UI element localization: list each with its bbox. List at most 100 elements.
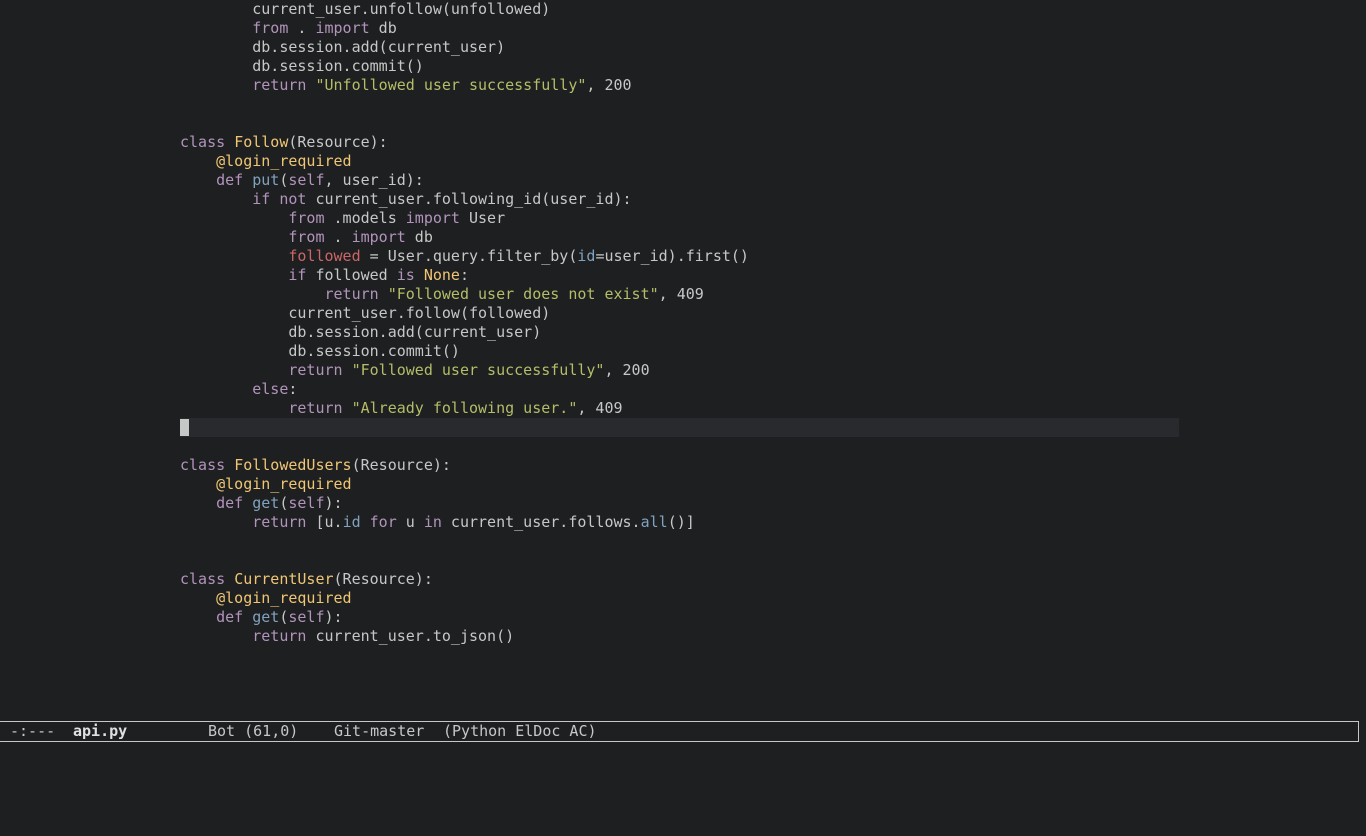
code-token: def [216, 608, 244, 626]
code-line[interactable]: followed = User.query.filter_by(id=user_… [180, 247, 1179, 266]
code-token: class [180, 570, 226, 588]
code-line[interactable]: class FollowedUsers(Resource): [180, 456, 1179, 475]
code-token: , 200 [586, 76, 632, 94]
code-line[interactable]: current_user.follow(followed) [180, 304, 1179, 323]
code-line[interactable]: current_user.unfollow(unfollowed) [180, 0, 1179, 19]
code-token: in [423, 513, 442, 531]
vc-branch[interactable]: Git-master [334, 722, 424, 741]
code-line[interactable]: class CurrentUser(Resource): [180, 570, 1179, 589]
code-token: for [369, 513, 397, 531]
code-token: from [252, 19, 289, 37]
code-token: @login_required [216, 152, 352, 170]
code-token: return [252, 76, 307, 94]
code-token: current_user.following_id(user_id): [306, 190, 632, 208]
code-line[interactable]: return current_user.to_json() [180, 627, 1179, 646]
code-token: "Unfollowed user successfully" [315, 76, 587, 94]
mode-line: -:--- api.py Bot (61,0) Git-master (Pyth… [0, 721, 1359, 742]
code-token: is [396, 266, 415, 284]
code-line[interactable]: @login_required [180, 589, 1179, 608]
code-token: ): [324, 494, 343, 512]
code-editor[interactable]: current_user.unfollow(unfollowed) from .… [0, 0, 1366, 721]
code-token: (Resource): [333, 570, 433, 588]
code-token: db.session.add(current_user) [180, 323, 542, 341]
code-line[interactable]: from .models import User [180, 209, 1179, 228]
code-token: if [288, 266, 307, 284]
code-line[interactable]: db.session.add(current_user) [180, 38, 1179, 57]
code-token: db.session.commit() [180, 342, 460, 360]
code-line[interactable]: def get(self): [180, 608, 1179, 627]
code-token: current_user.to_json() [306, 627, 515, 645]
code-line[interactable]: if not current_user.following_id(user_id… [180, 190, 1179, 209]
code-line[interactable]: return "Unfollowed user successfully", 2… [180, 76, 1179, 95]
code-line[interactable]: @login_required [180, 152, 1179, 171]
buffer-name[interactable]: api.py [73, 722, 127, 741]
code-line[interactable]: return "Already following user.", 409 [180, 399, 1179, 418]
code-line[interactable]: return [u.id for u in current_user.follo… [180, 513, 1179, 532]
code-token: [u. [306, 513, 343, 531]
code-token: ): [324, 608, 343, 626]
code-line[interactable]: db.session.add(current_user) [180, 323, 1179, 342]
code-token: u [396, 513, 424, 531]
code-token: "Already following user." [351, 399, 578, 417]
code-line[interactable]: def put(self, user_id): [180, 171, 1179, 190]
code-token: class [180, 456, 226, 474]
code-token: self [288, 608, 325, 626]
code-line[interactable]: db.session.commit() [180, 57, 1179, 76]
code-token: , 200 [604, 361, 650, 379]
code-token: return [288, 399, 343, 417]
code-token: db [405, 228, 433, 246]
code-token: ()] [667, 513, 695, 531]
code-token: not [279, 190, 307, 208]
code-token: from [288, 209, 325, 227]
code-token: Follow [234, 133, 289, 151]
code-token: put [252, 171, 280, 189]
code-line[interactable]: if followed is None: [180, 266, 1179, 285]
code-line[interactable]: from . import db [180, 19, 1179, 38]
code-token: : [288, 380, 298, 398]
code-line[interactable]: else: [180, 380, 1179, 399]
code-line[interactable]: @login_required [180, 475, 1179, 494]
code-line[interactable]: class Follow(Resource): [180, 133, 1179, 152]
code-line[interactable]: from . import db [180, 228, 1179, 247]
code-token: @login_required [216, 475, 352, 493]
code-token: self [288, 171, 325, 189]
code-token: import [405, 209, 460, 227]
code-token: import [315, 19, 370, 37]
code-token: (Resource): [288, 133, 388, 151]
code-line[interactable]: return "Followed user does not exist", 4… [180, 285, 1179, 304]
major-minor-modes[interactable]: (Python ElDoc AC) [443, 722, 597, 741]
code-token: all [640, 513, 668, 531]
code-line[interactable]: db.session.commit() [180, 342, 1179, 361]
code-line[interactable]: def get(self): [180, 494, 1179, 513]
code-token: , 409 [658, 285, 704, 303]
code-token: class [180, 133, 226, 151]
code-token: =user_id).first() [595, 247, 749, 265]
code-line[interactable]: return "Followed user successfully", 200 [180, 361, 1179, 380]
current-line[interactable] [180, 418, 1179, 437]
code-token: current_user.follows. [441, 513, 641, 531]
code-token: return [252, 513, 307, 531]
code-token: def [216, 171, 244, 189]
code-token: @login_required [216, 589, 352, 607]
minibuffer[interactable] [0, 742, 1366, 768]
